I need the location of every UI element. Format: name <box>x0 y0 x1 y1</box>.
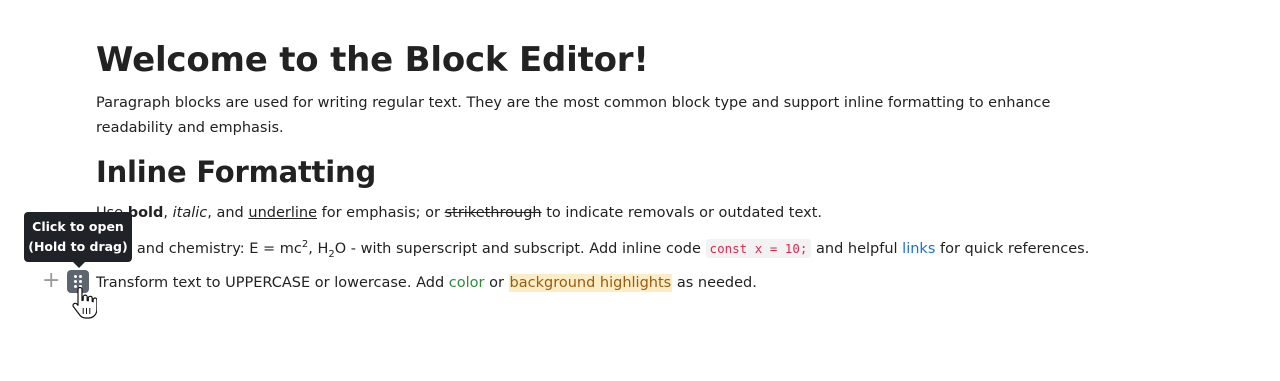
underline-text: underline <box>248 205 318 221</box>
text: O - with superscript and subscript. Add … <box>334 241 706 257</box>
italic-text: italic <box>172 205 208 221</box>
inline-code: const x = 10; <box>705 239 812 258</box>
formatting-paragraph-1[interactable]: Use bold, italic, and underline for emph… <box>96 201 1140 226</box>
formatting-paragraph-2[interactable]: Math and chemistry: E = mc2, H2O - with … <box>96 236 1140 262</box>
bold-text: bold <box>127 205 164 221</box>
colored-text: color <box>448 275 485 291</box>
text: to indicate removals or outdated text. <box>541 205 823 221</box>
text: for quick references. <box>935 241 1090 257</box>
strikethrough-text: strikethrough <box>444 205 542 221</box>
text: and helpful <box>811 241 903 257</box>
text: , and <box>207 205 249 221</box>
text: , <box>163 205 173 221</box>
page-title[interactable]: Welcome to the Block Editor! <box>96 38 1140 82</box>
text: or <box>484 275 509 291</box>
tooltip-arrow <box>73 262 85 268</box>
text: Transform text to UPPERCASE or lowercase… <box>96 275 449 291</box>
text: , H <box>308 241 329 257</box>
text: for emphasis; or <box>317 205 445 221</box>
text: as needed. <box>672 275 757 291</box>
section-heading[interactable]: Inline Formatting <box>96 152 1140 192</box>
hand-pointer-icon <box>72 287 97 319</box>
plus-icon[interactable]: + <box>42 270 60 292</box>
formatting-paragraph-3[interactable]: Transform text to UPPERCASE or lowercase… <box>96 271 1140 296</box>
highlighted-text: background highlights <box>508 274 673 292</box>
inline-link[interactable]: links <box>902 241 935 257</box>
block-editor: Welcome to the Block Editor! Paragraph b… <box>0 0 1280 381</box>
tooltip-line-1: Click to open <box>32 219 124 234</box>
intro-paragraph[interactable]: Paragraph blocks are used for writing re… <box>96 91 1126 141</box>
drag-handle-tooltip: Click to open (Hold to drag) <box>24 212 132 268</box>
tooltip-line-2: (Hold to drag) <box>28 239 128 254</box>
